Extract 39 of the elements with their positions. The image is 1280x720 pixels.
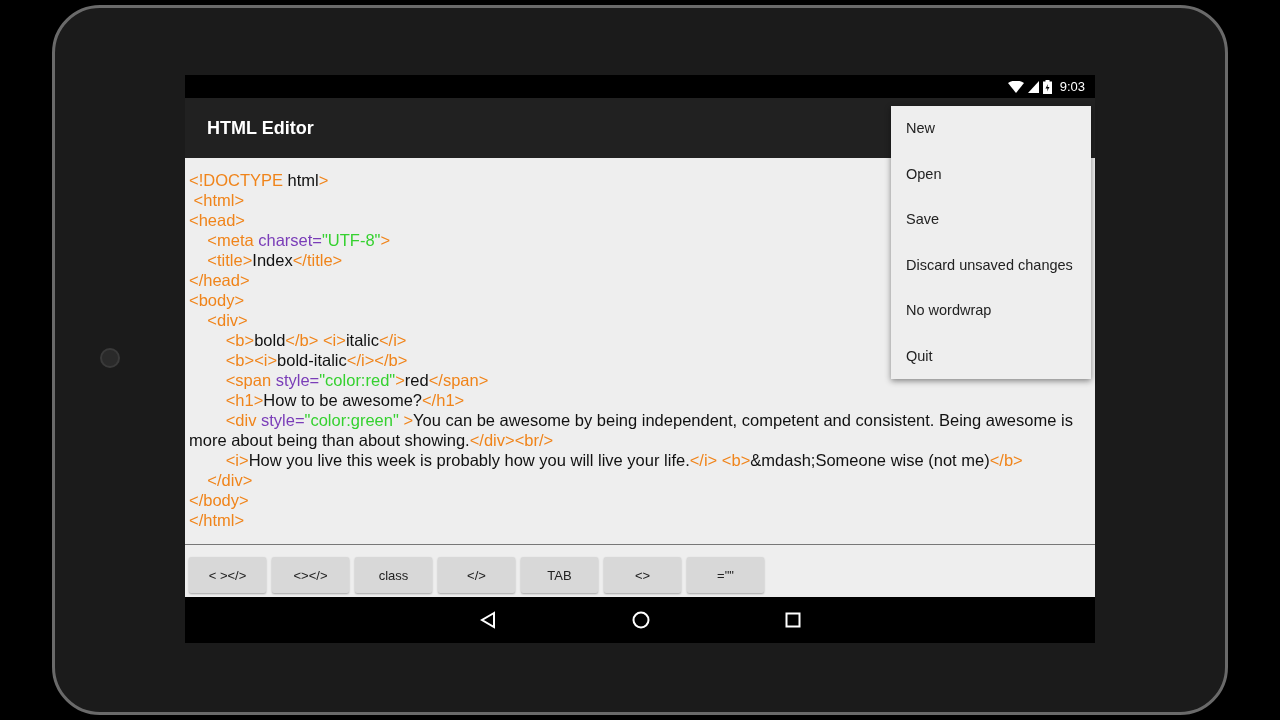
code-line: <div> — [206, 310, 248, 330]
code-line: <html> — [192, 190, 245, 210]
menu-item[interactable]: Save — [891, 197, 1091, 243]
app-title: HTML Editor — [207, 117, 314, 139]
menu-item[interactable]: No wordwrap — [891, 288, 1091, 334]
code-line: </div> — [206, 470, 253, 490]
code-line: <b><i>bold-italic</i></b> — [224, 350, 408, 370]
insert-tag-button[interactable]: <></> — [272, 557, 349, 593]
camera-icon — [100, 348, 120, 368]
code-line: <h1>How to be awesome?</h1> — [224, 390, 465, 410]
code-line: <title>Index</title> — [206, 250, 343, 270]
home-icon[interactable] — [632, 611, 650, 629]
insert-tag-button[interactable]: < ></> — [189, 557, 266, 593]
code-line: </head> — [189, 270, 250, 290]
code-line: <div style="color:green" >You can be awesome by being independent, competent and consistent. Being awesome is more about being than about showing.</div><br/> — [189, 410, 1074, 450]
wifi-icon — [1007, 80, 1024, 93]
code-line: <!DOCTYPE html> — [189, 170, 329, 190]
clock-time: 9:03 — [1059, 79, 1085, 94]
battery-icon — [1042, 79, 1052, 94]
insert-tag-button[interactable]: <> — [604, 557, 681, 593]
recents-icon[interactable] — [785, 612, 801, 628]
code-line: <head> — [189, 210, 245, 230]
menu-item[interactable]: Discard unsaved changes — [891, 242, 1091, 288]
code-line: <body> — [189, 290, 245, 310]
insert-tag-button[interactable]: ="" — [687, 557, 764, 593]
code-line: <i>How you live this week is probably how you will live your life.</i> <b>&mdash;Someone wise (not me)</b> — [224, 450, 1023, 470]
code-line: <meta charset="UTF-8"> — [206, 230, 391, 250]
insert-tag-button[interactable]: class — [355, 557, 432, 593]
menu-item[interactable]: Open — [891, 151, 1091, 197]
insert-tag-button[interactable]: TAB — [521, 557, 598, 593]
code-line: </html> — [189, 510, 245, 530]
menu-item[interactable]: Quit — [891, 333, 1091, 379]
signal-icon — [1027, 80, 1039, 93]
insert-tag-button[interactable]: </> — [438, 557, 515, 593]
back-icon[interactable] — [479, 611, 497, 629]
code-line: </body> — [189, 490, 249, 510]
menu-item[interactable]: New — [891, 106, 1091, 152]
code-line: <b>bold</b> <i>italic</i> — [224, 330, 407, 350]
code-line: <span style="color:red">red</span> — [224, 370, 489, 390]
